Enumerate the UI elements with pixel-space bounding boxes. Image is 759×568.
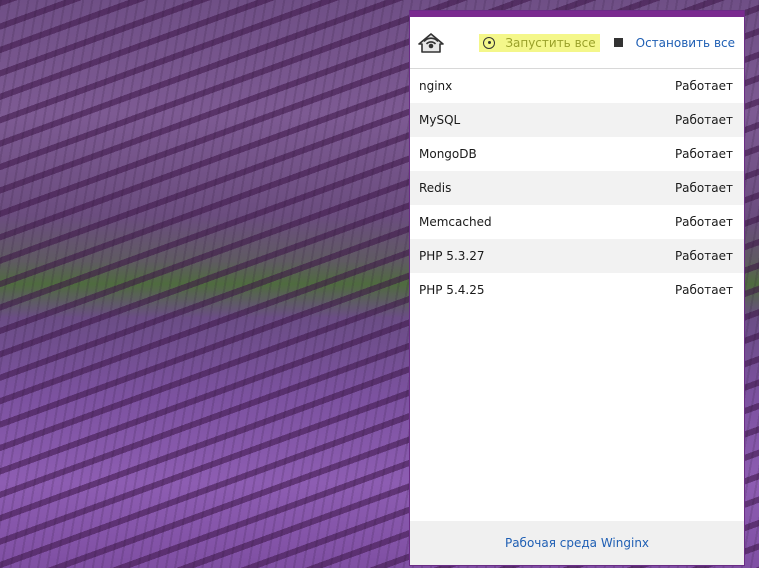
- winginx-panel: Запустить все Остановить все nginx Работ…: [409, 10, 745, 566]
- workspace-link[interactable]: Рабочая среда Winginx: [505, 536, 649, 550]
- service-status: Работает: [674, 79, 733, 93]
- winginx-home-icon[interactable]: [417, 29, 445, 57]
- service-status: Работает: [674, 181, 733, 195]
- start-all-button[interactable]: Запустить все: [479, 33, 600, 52]
- service-row-mysql[interactable]: MySQL Работает: [410, 103, 744, 137]
- service-name: PHP 5.3.27: [419, 249, 485, 263]
- service-name: Memcached: [419, 215, 492, 229]
- service-status: Работает: [674, 249, 733, 263]
- service-row-redis[interactable]: Redis Работает: [410, 171, 744, 205]
- service-row-php-5-3[interactable]: PHP 5.3.27 Работает: [410, 239, 744, 273]
- service-status: Работает: [674, 283, 733, 297]
- service-name: Redis: [419, 181, 452, 195]
- service-status: Работает: [674, 113, 733, 127]
- service-name: MongoDB: [419, 147, 477, 161]
- service-row-php-5-4[interactable]: PHP 5.4.25 Работает: [410, 273, 744, 307]
- service-row-mongodb[interactable]: MongoDB Работает: [410, 137, 744, 171]
- play-circle-icon: [483, 36, 496, 49]
- service-list: nginx Работает MySQL Работает MongoDB Ра…: [410, 69, 744, 521]
- service-row-nginx[interactable]: nginx Работает: [410, 69, 744, 103]
- service-name: nginx: [419, 79, 453, 93]
- toolbar: Запустить все Остановить все: [410, 17, 744, 69]
- service-name: MySQL: [419, 113, 461, 127]
- service-status: Работает: [674, 147, 733, 161]
- service-name: PHP 5.4.25: [419, 283, 485, 297]
- service-status: Работает: [674, 215, 733, 229]
- stop-square-icon: [613, 38, 623, 47]
- service-row-memcached[interactable]: Memcached Работает: [410, 205, 744, 239]
- stop-all-label: Остановить все: [635, 35, 735, 50]
- stop-all-button[interactable]: Остановить все: [613, 35, 735, 50]
- start-all-label: Запустить все: [505, 35, 596, 50]
- footer: Рабочая среда Winginx: [410, 521, 744, 565]
